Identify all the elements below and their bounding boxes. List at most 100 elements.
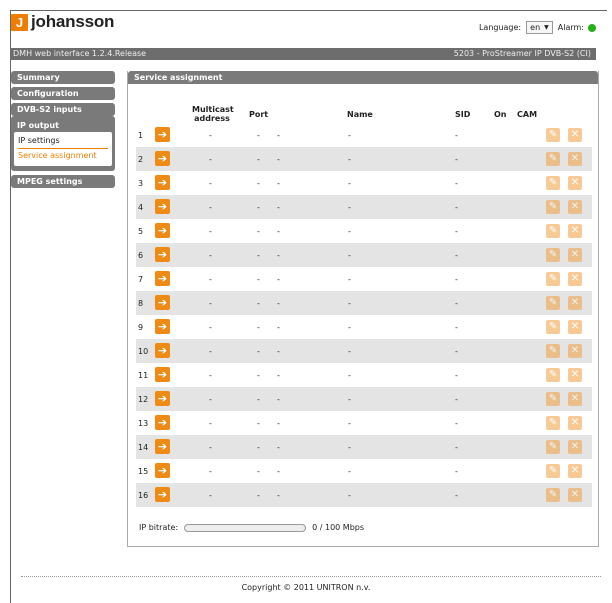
cell-sid: -	[455, 443, 458, 452]
arrow-right-icon[interactable]: ➔	[155, 487, 170, 502]
sidebar-item-mpeg-settings[interactable]: MPEG settings	[11, 175, 115, 188]
arrow-right-icon[interactable]: ➔	[155, 199, 170, 214]
delete-icon[interactable]: ✕	[568, 128, 582, 142]
edit-icon[interactable]: ✎	[546, 296, 560, 310]
edit-icon[interactable]: ✎	[546, 320, 560, 334]
arrow-right-icon[interactable]: ➔	[155, 391, 170, 406]
cell-name: -	[348, 443, 351, 452]
edit-icon[interactable]: ✎	[546, 440, 560, 454]
sidebar-item-ip-settings[interactable]: IP settings	[18, 134, 108, 149]
delete-icon[interactable]: ✕	[568, 320, 582, 334]
arrow-right-icon[interactable]: ➔	[155, 247, 170, 262]
delete-icon[interactable]: ✕	[568, 368, 582, 382]
delete-icon[interactable]: ✕	[568, 416, 582, 430]
panel-title: Service assignment	[128, 71, 598, 84]
cell-multicast: -	[209, 491, 212, 500]
cell-name: -	[348, 299, 351, 308]
cell-num: 13	[138, 419, 149, 428]
delete-icon[interactable]: ✕	[568, 200, 582, 214]
edit-icon[interactable]: ✎	[546, 248, 560, 262]
delete-icon[interactable]: ✕	[568, 296, 582, 310]
column-name: Name	[347, 110, 373, 119]
cell-num: 9	[138, 323, 144, 332]
arrow-right-icon[interactable]: ➔	[155, 151, 170, 166]
cell-port: -	[257, 275, 260, 284]
sidebar-item-configuration[interactable]: Configuration	[11, 87, 115, 100]
arrow-right-icon[interactable]: ➔	[155, 271, 170, 286]
cell-num: 6	[138, 251, 144, 260]
sidebar-item-dvb-s2-inputs[interactable]: DVB-S2 inputs	[11, 103, 115, 116]
cell-multicast: -	[209, 419, 212, 428]
table-row: 16 - - - - - ➔ ✎ ✕	[136, 483, 592, 507]
arrow-right-icon[interactable]: ➔	[155, 295, 170, 310]
arrow-right-icon[interactable]: ➔	[155, 319, 170, 334]
cell-port: -	[257, 467, 260, 476]
arrow-right-icon[interactable]: ➔	[155, 439, 170, 454]
cell-port: -	[257, 395, 260, 404]
edit-icon[interactable]: ✎	[546, 416, 560, 430]
delete-icon[interactable]: ✕	[568, 464, 582, 478]
cell-sid: -	[455, 371, 458, 380]
delete-icon[interactable]: ✕	[568, 344, 582, 358]
cell-port2: -	[277, 419, 280, 428]
cell-multicast: -	[209, 443, 212, 452]
delete-icon[interactable]: ✕	[568, 392, 582, 406]
language-select[interactable]: en ▼	[526, 21, 553, 34]
column-multicast-line1: Multicast	[192, 105, 234, 114]
cell-port: -	[257, 131, 260, 140]
arrow-right-icon[interactable]: ➔	[155, 367, 170, 382]
cell-multicast: -	[209, 131, 212, 140]
cell-port2: -	[277, 155, 280, 164]
cell-port: -	[257, 371, 260, 380]
cell-port: -	[257, 203, 260, 212]
cell-multicast: -	[209, 347, 212, 356]
edit-icon[interactable]: ✎	[546, 128, 560, 142]
cell-name: -	[348, 371, 351, 380]
delete-icon[interactable]: ✕	[568, 224, 582, 238]
cell-multicast: -	[209, 467, 212, 476]
arrow-right-icon[interactable]: ➔	[155, 343, 170, 358]
cell-port2: -	[277, 179, 280, 188]
cell-multicast: -	[209, 155, 212, 164]
device-name: 5203 - ProStreamer IP DVB-S2 (CI)	[453, 49, 591, 58]
edit-icon[interactable]: ✎	[546, 272, 560, 286]
delete-icon[interactable]: ✕	[568, 440, 582, 454]
delete-icon[interactable]: ✕	[568, 272, 582, 286]
arrow-right-icon[interactable]: ➔	[155, 175, 170, 190]
delete-icon[interactable]: ✕	[568, 152, 582, 166]
cell-name: -	[348, 203, 351, 212]
edit-icon[interactable]: ✎	[546, 152, 560, 166]
edit-icon[interactable]: ✎	[546, 200, 560, 214]
cell-name: -	[348, 395, 351, 404]
edit-icon[interactable]: ✎	[546, 488, 560, 502]
cell-port2: -	[277, 275, 280, 284]
arrow-right-icon[interactable]: ➔	[155, 415, 170, 430]
cell-sid: -	[455, 491, 458, 500]
cell-multicast: -	[209, 299, 212, 308]
sidebar-item-ip-output[interactable]: IP output	[14, 119, 112, 132]
table-row: 7 - - - - - ➔ ✎ ✕	[136, 267, 592, 291]
sidebar-item-service-assignment[interactable]: Service assignment	[18, 149, 108, 163]
delete-icon[interactable]: ✕	[568, 488, 582, 502]
cell-port2: -	[277, 347, 280, 356]
edit-icon[interactable]: ✎	[546, 392, 560, 406]
edit-icon[interactable]: ✎	[546, 224, 560, 238]
cell-name: -	[348, 347, 351, 356]
cell-name: -	[348, 155, 351, 164]
language-bar: Language: en ▼ Alarm:	[479, 21, 596, 34]
arrow-right-icon[interactable]: ➔	[155, 463, 170, 478]
sidebar-item-summary[interactable]: Summary	[11, 71, 115, 84]
edit-icon[interactable]: ✎	[546, 344, 560, 358]
table-row: 10 - - - - - ➔ ✎ ✕	[136, 339, 592, 363]
header-bar: DMH web interface 1.2.4.Release 5203 - P…	[10, 48, 596, 60]
arrow-right-icon[interactable]: ➔	[155, 127, 170, 142]
delete-icon[interactable]: ✕	[568, 248, 582, 262]
delete-icon[interactable]: ✕	[568, 176, 582, 190]
cell-multicast: -	[209, 275, 212, 284]
edit-icon[interactable]: ✎	[546, 176, 560, 190]
edit-icon[interactable]: ✎	[546, 464, 560, 478]
cell-num: 14	[138, 443, 149, 452]
arrow-right-icon[interactable]: ➔	[155, 223, 170, 238]
edit-icon[interactable]: ✎	[546, 368, 560, 382]
column-sid: SID	[455, 110, 471, 119]
